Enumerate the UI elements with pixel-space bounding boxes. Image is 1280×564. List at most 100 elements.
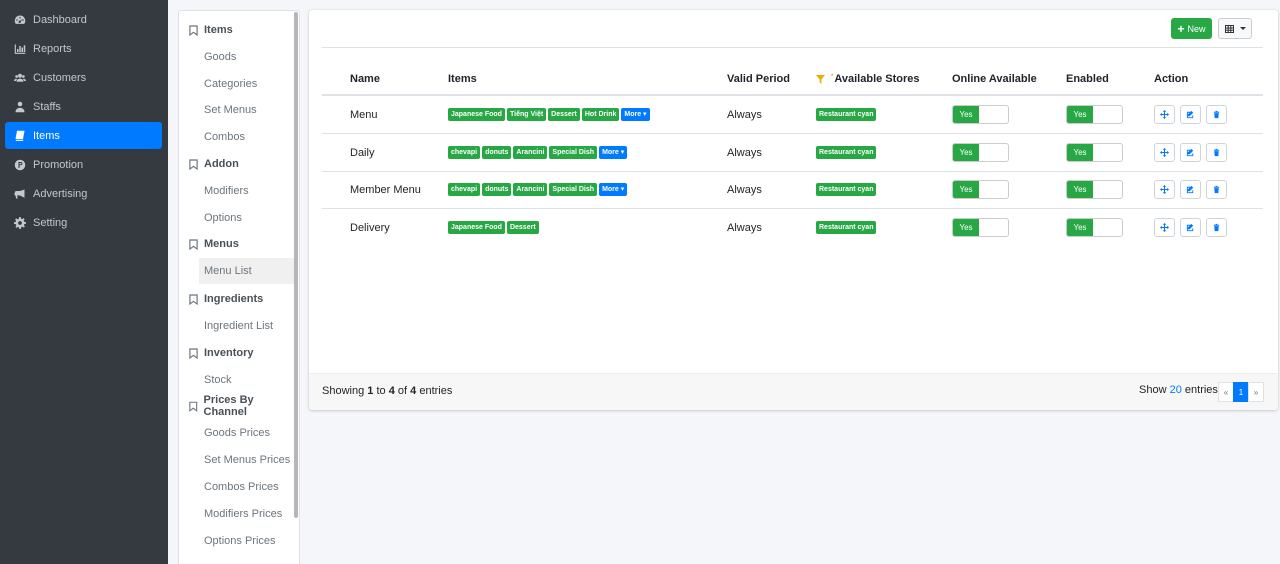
toggle-on-label: Yes (1067, 219, 1093, 236)
move-button[interactable] (1154, 143, 1175, 162)
delete-button[interactable] (1206, 180, 1227, 199)
sidebar-item-promotion[interactable]: Promotion (5, 151, 162, 178)
enabled-toggle[interactable]: Yes (1066, 180, 1123, 199)
sidebar-item-setting[interactable]: Setting (5, 209, 162, 236)
table-row: Menu Japanese Food Tiếng Việt Dessert Hot Dr… (322, 96, 1263, 134)
next-page-button[interactable]: » (1248, 382, 1264, 402)
subnav-item-options[interactable]: Options (199, 205, 293, 231)
delete-button[interactable] (1206, 143, 1227, 162)
subnav-item-modifiers-prices[interactable]: Modifiers Prices (199, 501, 293, 527)
subnav-item-ingredient-list[interactable]: Ingredient List (199, 313, 293, 339)
subnav-item-menu-list[interactable]: Menu List (199, 258, 295, 284)
item-tag: Tiếng Việt (506, 108, 547, 121)
sidebar-item-customers[interactable]: Customers (5, 64, 162, 91)
sidebar-item-label: Promotion (33, 158, 84, 171)
store-badge: Restaurant cyan (816, 183, 877, 196)
column-header-name[interactable]: Name (350, 72, 380, 86)
online-available-toggle-cell: Yes (952, 171, 1009, 208)
store-badge: Restaurant cyan (816, 221, 877, 234)
enabled-toggle[interactable]: Yes (1066, 218, 1123, 237)
delete-button[interactable] (1206, 218, 1227, 237)
toggle-on-label: Yes (953, 219, 979, 236)
row-actions (1154, 134, 1232, 171)
toggle-on-label: Yes (1067, 181, 1093, 198)
subnav-item-set-menus-prices[interactable]: Set Menus Prices (199, 447, 293, 473)
caret-down-icon: ▾ (641, 111, 647, 118)
sidebar-item-dashboard[interactable]: Dashboard (5, 6, 162, 33)
toggle-on-label: Yes (1067, 106, 1093, 123)
table-row: Delivery Japanese Food Dessert Always Restau… (322, 209, 1263, 247)
subnav-item-goods-prices[interactable]: Goods Prices (199, 420, 293, 446)
bar-chart-icon (14, 43, 26, 55)
column-header-items[interactable]: Items (448, 72, 477, 86)
filter-icon[interactable] (816, 74, 825, 84)
trash-icon (1213, 148, 1220, 157)
subnav-item-combos-prices[interactable]: Combos Prices (199, 474, 293, 500)
subnav-heading-menus: Menus (179, 234, 295, 254)
enabled-toggle-cell: Yes (1066, 134, 1123, 171)
row-actions (1154, 171, 1232, 208)
enabled-toggle[interactable]: Yes (1066, 143, 1123, 162)
toggle-on-label: Yes (953, 106, 979, 123)
delete-button[interactable] (1206, 105, 1227, 124)
column-header-online-available[interactable]: Online Available (952, 72, 1037, 86)
online-available-toggle[interactable]: Yes (952, 218, 1009, 237)
column-header-available-stores[interactable]: * Available Stores (816, 72, 920, 86)
edit-button[interactable] (1180, 180, 1201, 199)
move-icon (1160, 223, 1169, 232)
subnav-item-stock[interactable]: Stock (199, 367, 293, 393)
subnav-item-set-menus[interactable]: Set Menus (199, 97, 293, 123)
subnav-heading-inventory: Inventory (179, 343, 295, 363)
sidebar-item-advertising[interactable]: Advertising (5, 180, 162, 207)
prev-page-button[interactable]: « (1218, 382, 1234, 402)
edit-button[interactable] (1180, 143, 1201, 162)
sidebar-item-staffs[interactable]: Staffs (5, 93, 162, 120)
product-hunt-icon (14, 159, 26, 171)
item-tag: Japanese Food (448, 108, 505, 121)
page-button[interactable]: 1 (1233, 382, 1249, 402)
row-name: Member Menu (350, 183, 421, 196)
scrollbar[interactable] (294, 12, 298, 518)
subnav-item-combos[interactable]: Combos (199, 124, 293, 150)
move-button[interactable] (1154, 105, 1175, 124)
row-name: Menu (350, 108, 378, 121)
column-header-enabled[interactable]: Enabled (1066, 72, 1109, 86)
move-icon (1160, 185, 1169, 194)
online-available-toggle[interactable]: Yes (952, 105, 1009, 124)
sidebar-item-label: Customers (33, 71, 87, 84)
item-tag: donuts (482, 146, 512, 159)
caret-down-icon: ▾ (618, 186, 625, 193)
edit-button[interactable] (1180, 105, 1201, 124)
sidebar-item-reports[interactable]: Reports (5, 35, 162, 62)
edit-button[interactable] (1180, 218, 1201, 237)
enabled-toggle[interactable]: Yes (1066, 105, 1123, 124)
subnav-item-options-prices[interactable]: Options Prices (199, 528, 293, 554)
page-size-select[interactable]: Show 20 entries (1139, 384, 1218, 396)
bookmark-icon (189, 24, 198, 36)
more-dropdown[interactable]: More ▾ (621, 108, 650, 121)
subnav-item-goods[interactable]: Goods (199, 44, 293, 70)
sidebar-item-items[interactable]: Items (5, 122, 162, 149)
move-button[interactable] (1154, 218, 1175, 237)
bullhorn-icon (14, 188, 26, 200)
subnav-item-modifiers[interactable]: Modifiers (199, 178, 293, 204)
move-button[interactable] (1154, 180, 1175, 199)
item-tag: Hot Drink (581, 108, 620, 121)
columns-toggle-button[interactable] (1218, 18, 1252, 39)
online-available-toggle[interactable]: Yes (952, 180, 1009, 199)
bookmark-icon (189, 158, 198, 170)
new-button[interactable]: + New (1171, 18, 1212, 39)
column-header-valid-period[interactable]: Valid Period (727, 72, 790, 86)
bookmark-icon (189, 347, 198, 359)
more-dropdown[interactable]: More ▾ (599, 146, 628, 159)
row-items: Japanese Food Dessert (448, 209, 541, 246)
more-dropdown[interactable]: More ▾ (599, 183, 628, 196)
online-available-toggle-cell: Yes (952, 209, 1009, 246)
online-available-toggle[interactable]: Yes (952, 143, 1009, 162)
sidebar-item-label: Staffs (33, 100, 61, 113)
subnav-item-categories[interactable]: Categories (199, 71, 293, 97)
tachometer-icon (14, 14, 26, 26)
item-tag: Dessert (506, 221, 539, 234)
item-tag: Special Dish (549, 146, 598, 159)
page-size-value[interactable]: 20 (1170, 384, 1182, 396)
